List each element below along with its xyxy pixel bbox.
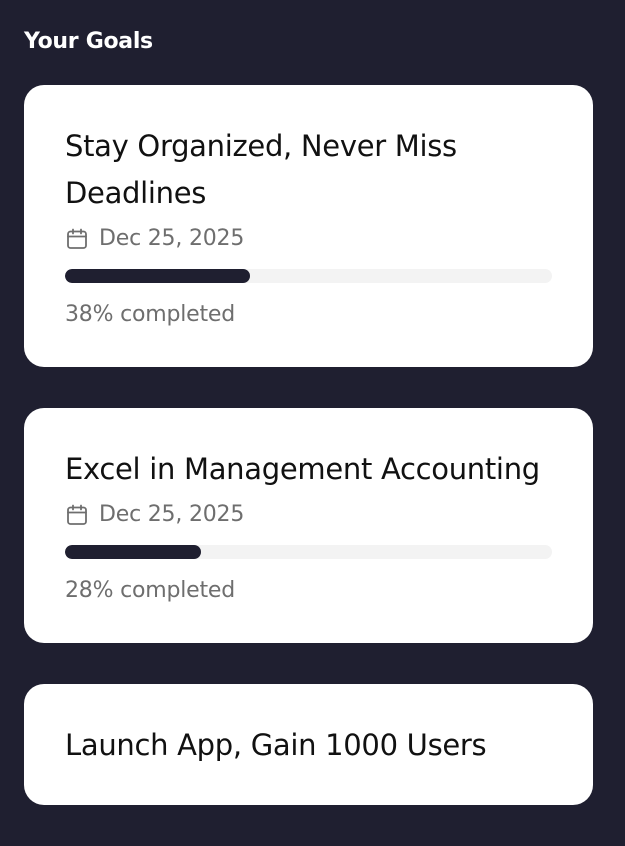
page-title: Your Goals [24, 29, 153, 54]
progress-label: 28% completed [65, 578, 236, 603]
goal-date-row: Dec 25, 2025 [65, 223, 552, 255]
goal-card[interactable]: Launch App, Gain 1000 Users [24, 684, 593, 805]
goal-date: Dec 25, 2025 [99, 502, 245, 527]
progress-fill [65, 269, 251, 283]
goal-date: Dec 25, 2025 [99, 226, 245, 251]
goal-date-row: Dec 25, 2025 [65, 499, 552, 531]
progress-bar [65, 545, 552, 559]
progress-label: 38% completed [65, 302, 236, 327]
goal-list: Stay Organized, Never Miss Deadlines Dec… [24, 85, 593, 846]
goal-title: Launch App, Gain 1000 Users [65, 728, 487, 762]
goal-card[interactable]: Excel in Management Accounting Dec 25, 2… [24, 408, 593, 643]
goal-title: Stay Organized, Never Miss Deadlines [65, 129, 457, 210]
goal-card[interactable]: Stay Organized, Never Miss Deadlines Dec… [24, 85, 593, 367]
progress-bar [65, 269, 552, 283]
calendar-icon [65, 227, 89, 251]
calendar-icon [65, 503, 89, 527]
progress-fill [65, 545, 202, 559]
goal-title: Excel in Management Accounting [65, 452, 540, 486]
